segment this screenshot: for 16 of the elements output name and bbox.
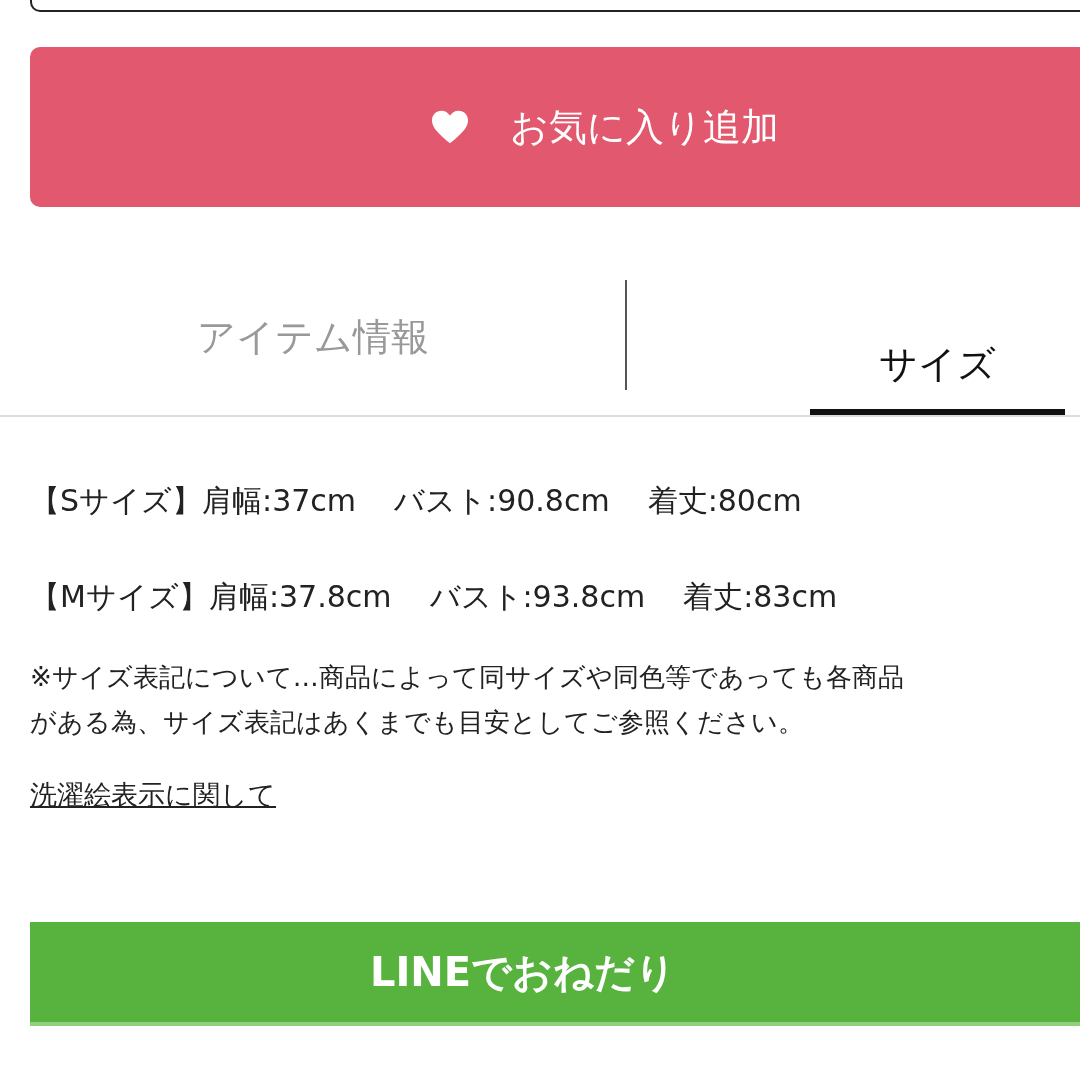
size-label: 【Sサイズ】 bbox=[30, 482, 203, 520]
favorite-button[interactable]: お気に入り追加 bbox=[30, 47, 1080, 207]
size-label: 【Mサイズ】 bbox=[30, 578, 209, 616]
measurement: バスト:90.8cm bbox=[394, 482, 610, 520]
measurement: 着丈:83cm bbox=[683, 578, 838, 616]
care-label-link[interactable]: 洗濯絵表示に関して bbox=[30, 777, 276, 813]
note-text: がある為、サイズ表記はあくまでも目安としてご参照ください。 bbox=[30, 706, 805, 739]
measurement: バスト:93.8cm bbox=[429, 578, 646, 616]
note-text: ※サイズ表記について…商品によって同サイズや同色等であっても各商品 bbox=[30, 661, 905, 694]
measurement: 肩幅:37cm bbox=[202, 482, 357, 520]
heart-icon bbox=[430, 109, 470, 145]
measurement: 肩幅:37.8cm bbox=[208, 578, 392, 616]
tab[interactable]: サイズ bbox=[627, 280, 1080, 415]
tab[interactable]: アイテム情報 bbox=[0, 280, 625, 415]
line-button[interactable]: LINEでおねだり bbox=[30, 922, 1080, 1026]
measurement: 着丈:80cm bbox=[647, 482, 802, 520]
